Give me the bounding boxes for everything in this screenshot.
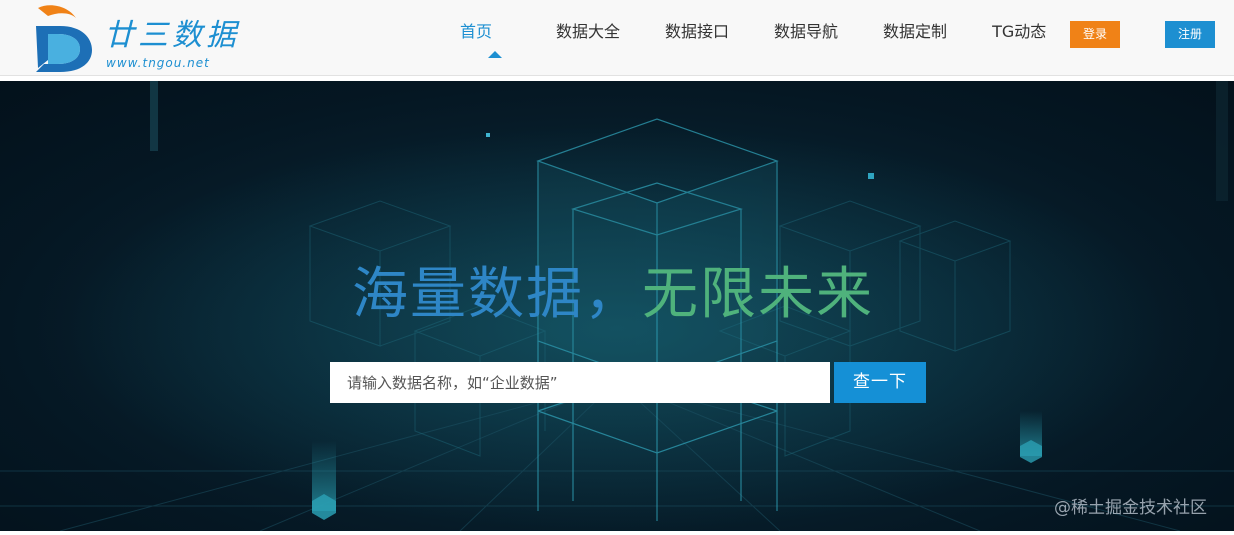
page-bottom-strip bbox=[0, 531, 1234, 535]
headline-part-1: 海量数据， bbox=[352, 262, 642, 327]
nav-item-data-custom[interactable]: 数据定制 bbox=[883, 0, 947, 76]
nav-item-label: 数据接口 bbox=[665, 22, 730, 41]
hero-headline: 海量数据，无限未来 bbox=[352, 249, 874, 330]
logo-mark-icon bbox=[36, 5, 92, 72]
nav-item-label: 数据定制 bbox=[883, 22, 948, 41]
login-button[interactable]: 登录 bbox=[1070, 21, 1120, 48]
active-caret-icon bbox=[488, 51, 502, 58]
top-header: 廿三数据 www.tngou.net 首页 数据大全 数据接口 数据导航 数据定… bbox=[0, 0, 1234, 76]
nav-item-home[interactable]: 首页 bbox=[460, 0, 530, 76]
nav-item-label: 首页 bbox=[460, 22, 493, 41]
search-button[interactable]: 查一下 bbox=[834, 362, 926, 403]
register-button[interactable]: 注册 bbox=[1165, 21, 1215, 48]
nav-item-label: TG动态 bbox=[992, 22, 1047, 41]
nav-item-tg-news[interactable]: TG动态 bbox=[992, 0, 1046, 76]
nav-item-label: 数据大全 bbox=[556, 22, 621, 41]
nav-item-data-navigation[interactable]: 数据导航 bbox=[774, 0, 838, 76]
nav-item-label: 数据导航 bbox=[774, 22, 839, 41]
headline-part-2: 无限未来 bbox=[642, 262, 874, 327]
nav-item-data-api[interactable]: 数据接口 bbox=[665, 0, 729, 76]
search-input[interactable] bbox=[330, 362, 830, 403]
site-logo[interactable]: 廿三数据 www.tngou.net bbox=[30, 2, 280, 74]
nav-item-data-collection[interactable]: 数据大全 bbox=[556, 0, 620, 76]
watermark-text: @稀土掘金技术社区 bbox=[1054, 498, 1207, 518]
logo-domain: www.tngou.net bbox=[106, 56, 210, 70]
hero-banner: 海量数据，无限未来 查一下 @稀土掘金技术社区 bbox=[0, 81, 1234, 531]
main-nav: 首页 数据大全 数据接口 数据导航 数据定制 TG动态 bbox=[440, 0, 1046, 76]
logo-title: 廿三数据 bbox=[104, 18, 240, 53]
